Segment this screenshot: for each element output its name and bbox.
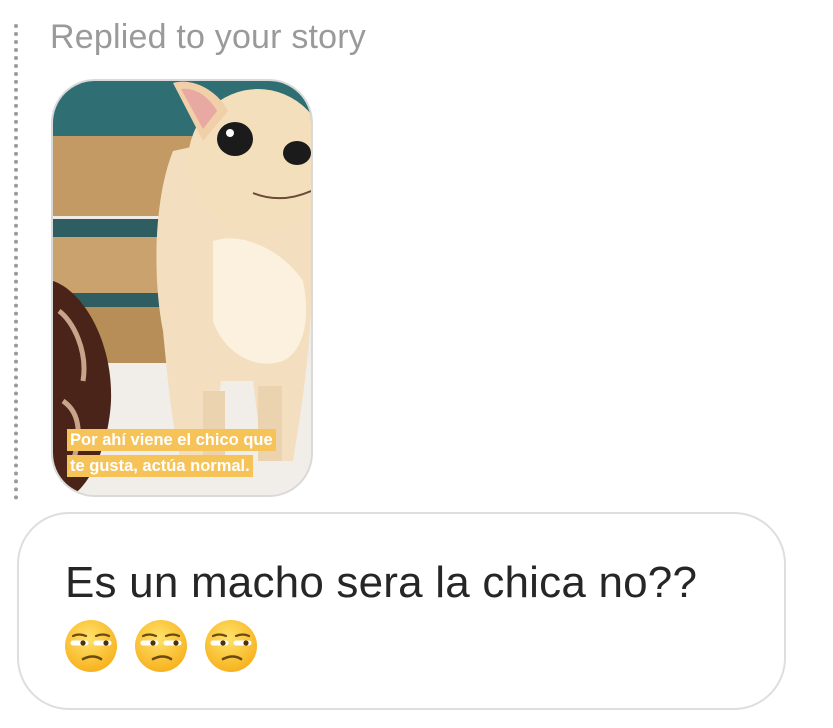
message-bubble[interactable]: Es un macho sera la chica no??: [17, 512, 786, 710]
story-caption-line-2: te gusta, actúa normal.: [67, 455, 253, 477]
story-caption-line-1: Por ahí viene el chico que: [67, 429, 276, 451]
emoji-row: [63, 618, 259, 674]
story-thumbnail[interactable]: Por ahí viene el chico que te gusta, act…: [51, 79, 313, 497]
story-caption: Por ahí viene el chico que te gusta, act…: [67, 427, 307, 479]
unamused-face-icon: [135, 620, 187, 672]
message-text: Es un macho sera la chica no??: [65, 558, 698, 607]
reply-thread-line: [14, 24, 18, 500]
unamused-face-icon: [205, 620, 257, 672]
replied-to-story-label: Replied to your story: [50, 18, 367, 56]
unamused-face-icon: [65, 620, 117, 672]
